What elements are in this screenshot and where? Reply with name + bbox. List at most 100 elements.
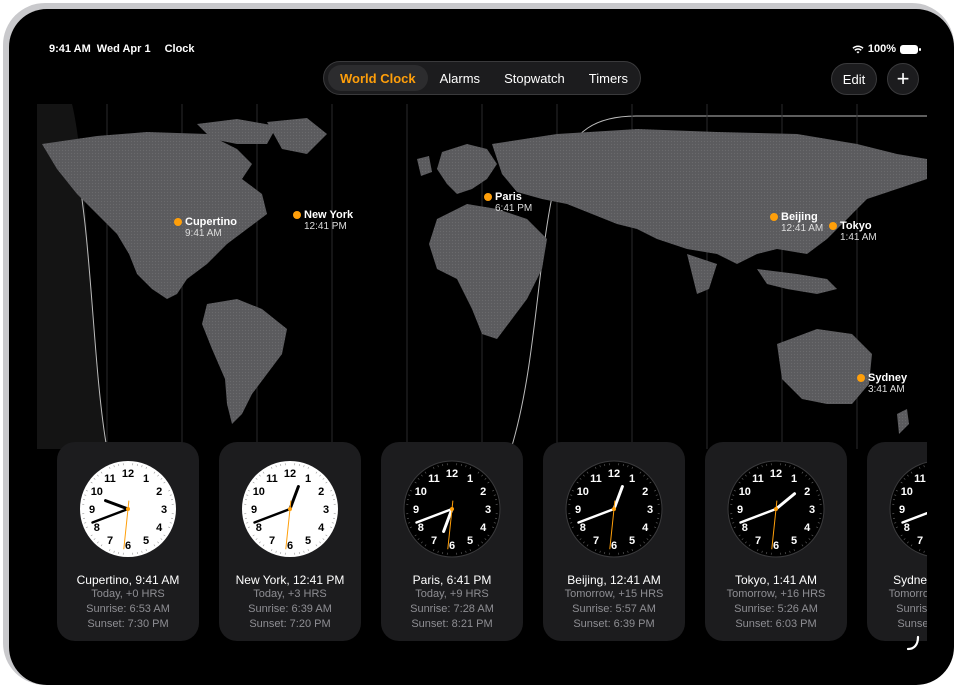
clock-numeral: 8 (742, 522, 748, 534)
map-city-time: 12:41 AM (781, 223, 824, 234)
clock-numeral: 2 (642, 486, 648, 498)
clock-city-time: Beijing, 12:41 AM (567, 573, 661, 587)
device-frame: 9:41 AM Wed Apr 1 Clock 100% World Clock… (3, 3, 954, 685)
clock-numeral: 5 (143, 535, 149, 547)
tab-timers[interactable]: Timers (577, 65, 640, 91)
clock-offset: Today, +9 HRS (415, 588, 489, 600)
wifi-icon (852, 44, 864, 53)
map-city-time: 1:41 AM (840, 232, 877, 243)
clock-sunrise: Sunrise: 5:26 AM (734, 603, 818, 615)
analog-clock-face: 123456789101112 (403, 460, 501, 558)
clock-card[interactable]: 1 2 3 4 5 6 7 8 9 10 11 12 New York, 12:41 PM Today, … (219, 442, 361, 641)
clock-numeral: 11 (266, 473, 278, 485)
clock-numeral: 3 (809, 504, 815, 516)
clock-numeral: 10 (253, 486, 265, 498)
clock-numeral: 6 (449, 540, 455, 552)
clock-numeral: 2 (318, 486, 324, 498)
analog-clock-face: 123456789101112 (80, 461, 176, 557)
clock-offset: Tomorrow, +15 HRS (564, 588, 664, 600)
clock-card[interactable]: 123456789101112Sydney, 3:41 AMTomorrow, … (867, 442, 927, 641)
clock-numeral: 9 (575, 504, 581, 516)
pin-dot (293, 211, 301, 219)
clock-numeral: 7 (431, 535, 437, 547)
clock-numeral: 8 (256, 522, 262, 534)
clock-numeral: 12 (446, 468, 458, 480)
clock-numeral: 1 (143, 473, 149, 485)
clock-sunset: Sunset: 8:21 PM (411, 618, 493, 630)
clock-numeral: 5 (791, 535, 797, 547)
clock-numeral: 4 (480, 522, 487, 534)
clock-sunset: Sunset: 7:20 PM (249, 618, 331, 630)
clock-sunrise: Sunrise: 6:53 AM (86, 603, 170, 615)
clock-card[interactable]: 1 2 3 4 5 6 7 8 9 10 11 12 Beijing, 12:41 AM Tomorrow… (543, 442, 685, 641)
tab-bar: World Clock Alarms Stopwatch Timers (323, 61, 641, 95)
clock-center-pin (288, 507, 292, 511)
clock-card[interactable]: 1 2 3 4 5 6 7 8 9 10 11 12 Tokyo, 1:41 AM Tomorrow, +… (705, 442, 847, 641)
clock-numeral: 12 (122, 468, 134, 480)
clock-numeral: 9 (251, 504, 257, 516)
clock-numeral: 7 (269, 535, 275, 547)
clock-numeral: 5 (629, 535, 635, 547)
analog-clock-face: 123456789101112 (242, 461, 338, 557)
clock-numeral: 6 (611, 540, 617, 552)
clock-card[interactable]: 1 2 3 4 5 6 7 8 9 10 11 12 Cupertino, 9:41 AM Today, … (57, 442, 199, 641)
clock-numeral: 3 (485, 504, 491, 516)
pin-dot (857, 374, 865, 382)
clock-card[interactable]: 1 2 3 4 5 6 7 8 9 10 11 12 Paris, 6:41 PM Today, +9 H… (381, 442, 523, 641)
clock-numeral: 7 (917, 535, 923, 547)
clock-numeral: 8 (418, 522, 424, 534)
map-city-time: 12:41 PM (304, 221, 347, 232)
clock-numeral: 11 (752, 473, 764, 485)
clock-numeral: 9 (89, 504, 95, 516)
clock-numeral: 3 (161, 504, 167, 516)
clock-city-time: Cupertino, 9:41 AM (76, 573, 180, 587)
battery-icon (900, 44, 921, 54)
clock-sunset: Sunset: 6:27 PM (897, 618, 927, 630)
clock-numeral: 4 (318, 522, 325, 534)
clock-numeral: 10 (577, 486, 589, 498)
clock-numeral: 10 (91, 486, 103, 498)
clock-numeral: 3 (647, 504, 653, 516)
clock-center-pin (126, 507, 130, 511)
world-map (37, 104, 927, 450)
clock-numeral: 2 (156, 486, 162, 498)
clock-offset: Today, +0 HRS (91, 588, 165, 600)
analog-clock-face: 123456789101112 (565, 460, 663, 558)
clock-numeral: 11 (590, 473, 602, 485)
clock-numeral: 10 (415, 486, 427, 498)
tab-world-clock[interactable]: World Clock (328, 65, 428, 91)
map-city-name: Cupertino (185, 216, 237, 228)
add-clock-button[interactable]: + (887, 63, 919, 95)
clock-numeral: 2 (804, 486, 810, 498)
clock-sunset: Sunset: 6:39 PM (573, 618, 655, 630)
clock-numeral: 7 (107, 535, 113, 547)
status-time: 9:41 AM (49, 43, 91, 55)
clock-sunset: Sunset: 7:30 PM (87, 618, 169, 630)
pin-dot (484, 193, 492, 201)
tab-alarms[interactable]: Alarms (428, 65, 492, 91)
map-city-name: Beijing (781, 211, 818, 223)
status-app-name: Clock (164, 43, 195, 55)
pin-dot (770, 213, 778, 221)
map-city-time: 3:41 AM (868, 384, 905, 395)
map-city-name: Tokyo (840, 220, 872, 232)
clock-numeral: 9 (899, 504, 905, 516)
analog-clock-face: 123456789101112 (889, 461, 927, 557)
edit-button[interactable]: Edit (831, 63, 877, 95)
status-bar-left: 9:41 AM Wed Apr 1 Clock (49, 43, 195, 55)
clock-offset: Tomorrow, +18 HRS (888, 588, 927, 600)
map-city-name: New York (304, 209, 354, 221)
clock-numeral: 6 (125, 540, 131, 552)
clock-center-pin (774, 507, 778, 511)
clock-offset: Today, +3 HRS (253, 588, 327, 600)
clock-numeral: 11 (914, 473, 926, 485)
clock-numeral: 12 (284, 468, 296, 480)
clock-numeral: 9 (413, 504, 419, 516)
clock-numeral: 10 (739, 486, 751, 498)
clock-sunrise: Sunrise: 6:43 AM (896, 603, 927, 615)
tab-stopwatch[interactable]: Stopwatch (492, 65, 577, 91)
clock-cards-row[interactable]: 1 2 3 4 5 6 7 8 9 10 11 12 Cupertino, 9:41 AM Today, … (57, 442, 927, 642)
clock-numeral: 1 (791, 473, 797, 485)
map-city-time: 6:41 PM (495, 203, 533, 214)
screen: 9:41 AM Wed Apr 1 Clock 100% World Clock… (9, 9, 954, 685)
